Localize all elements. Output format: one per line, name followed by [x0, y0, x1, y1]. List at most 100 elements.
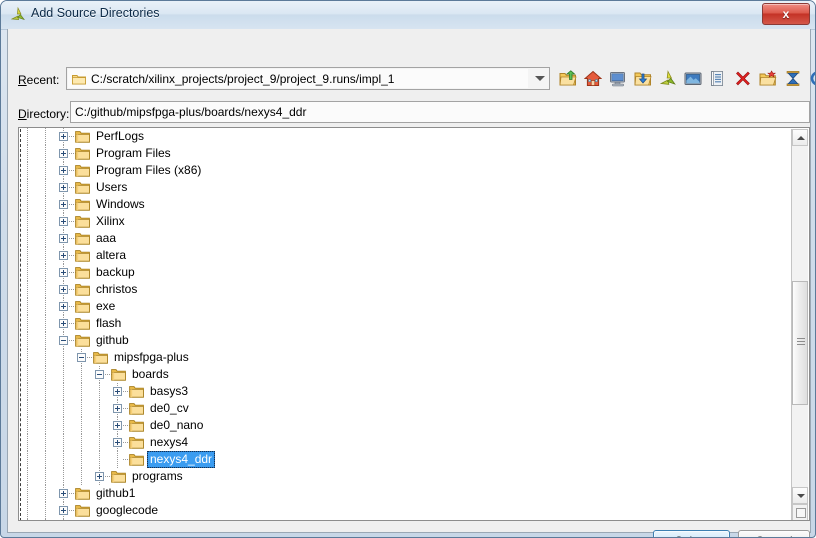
tree-row[interactable]: nexys4_ddr [19, 451, 791, 468]
tree-row[interactable]: de0_cv [19, 400, 791, 417]
tree-item-label[interactable]: altera [93, 248, 129, 263]
tree-vertical-scrollbar[interactable] [791, 129, 808, 520]
tree-row[interactable] [19, 519, 791, 520]
directory-label: Directory: [18, 107, 69, 121]
directory-input[interactable]: C:/github/mipsfpga-plus/boards/nexys4_dd… [70, 101, 810, 123]
scroll-down-arrow-icon[interactable] [792, 487, 808, 504]
tree-item-label[interactable]: googlecode [93, 503, 161, 518]
tree-row[interactable]: github [19, 332, 791, 349]
refresh-icon[interactable] [806, 67, 815, 90]
tree-row[interactable]: Program Files [19, 145, 791, 162]
recent-mnemonic: R [18, 73, 27, 87]
tree-row[interactable]: de0_nano [19, 417, 791, 434]
tree-item-selected-label[interactable]: nexys4_ddr [147, 451, 216, 468]
tree-item-label[interactable]: mipsfpga-plus [111, 350, 192, 365]
tree-item-label[interactable]: de0_cv [147, 401, 192, 416]
tree-item-label[interactable]: basys3 [147, 384, 191, 399]
tree-expand-icon[interactable] [59, 217, 68, 226]
tree-row[interactable]: Program Files (x86) [19, 162, 791, 179]
tree-expand-icon[interactable] [113, 438, 122, 447]
tree-collapse-icon[interactable] [95, 370, 104, 379]
desktop-icon[interactable] [681, 67, 704, 90]
tree-expand-icon[interactable] [59, 234, 68, 243]
chevron-down-icon[interactable] [535, 76, 545, 81]
tree-item-label[interactable]: PerfLogs [93, 129, 147, 144]
tree-expand-icon[interactable] [113, 387, 122, 396]
tree-row[interactable]: backup [19, 264, 791, 281]
close-button[interactable]: x [762, 3, 810, 25]
vivado-logo-icon [9, 6, 27, 24]
tree-item-label[interactable]: christos [93, 282, 140, 297]
tree-item-label[interactable]: programs [129, 469, 186, 484]
tree-item-label[interactable]: nexys4 [147, 435, 191, 450]
tree-expand-icon[interactable] [59, 166, 68, 175]
select-button[interactable]: Select [653, 530, 730, 537]
tree-item-label[interactable]: aaa [93, 231, 119, 246]
tree-row[interactable]: PerfLogs [19, 128, 791, 145]
resize-grip-icon[interactable] [792, 504, 808, 520]
tree-row[interactable]: nexys4 [19, 434, 791, 451]
tree-expand-icon[interactable] [59, 251, 68, 260]
tree-item-label[interactable]: boards [129, 367, 172, 382]
scrollbar-thumb[interactable] [792, 281, 808, 405]
tree-item-label[interactable]: exe [93, 299, 118, 314]
download-folder-icon[interactable] [631, 67, 654, 90]
tree-row[interactable]: programs [19, 468, 791, 485]
tree-row[interactable]: altera [19, 247, 791, 264]
tree-item-label[interactable]: Program Files (x86) [93, 163, 204, 178]
tree-row[interactable]: boards [19, 366, 791, 383]
collapse-all-icon[interactable] [781, 67, 804, 90]
tree-collapse-icon[interactable] [77, 353, 86, 362]
tree-row[interactable]: aaa [19, 230, 791, 247]
tree-item-label[interactable]: Xilinx [93, 214, 128, 229]
detail-view-icon[interactable] [706, 67, 729, 90]
tree-row[interactable]: mipsfpga-plus [19, 349, 791, 366]
tree-item-label[interactable]: flash [93, 316, 124, 331]
tree-expand-icon[interactable] [59, 183, 68, 192]
folder-icon [75, 215, 90, 228]
tree-collapse-icon[interactable] [59, 336, 68, 345]
tree-item-label[interactable]: Windows [93, 197, 148, 212]
folder-icon [93, 351, 108, 364]
cancel-button[interactable]: Cancel [738, 530, 810, 537]
home-directory-icon[interactable] [581, 67, 604, 90]
directory-tree[interactable]: PerfLogs Program Files Program Files (x86)… [19, 128, 791, 520]
tree-expand-icon[interactable] [59, 285, 68, 294]
scroll-up-arrow-icon[interactable] [792, 129, 808, 146]
computer-icon[interactable] [606, 67, 629, 90]
tree-expand-icon[interactable] [59, 489, 68, 498]
tree-item-label[interactable]: github [93, 333, 132, 348]
tree-row[interactable]: christos [19, 281, 791, 298]
tree-item-label[interactable]: Program Files [93, 146, 174, 161]
tree-row[interactable]: flash [19, 315, 791, 332]
new-folder-icon[interactable] [756, 67, 779, 90]
tree-row[interactable]: googlecode [19, 502, 791, 519]
delete-icon[interactable] [731, 67, 754, 90]
tree-expand-icon[interactable] [113, 421, 122, 430]
tree-item-label[interactable]: backup [93, 265, 138, 280]
tree-expand-icon[interactable] [59, 319, 68, 328]
tree-row[interactable]: Windows [19, 196, 791, 213]
file-toolbar [556, 66, 815, 90]
tree-expand-icon[interactable] [59, 200, 68, 209]
tree-row[interactable]: exe [19, 298, 791, 315]
tree-expand-icon[interactable] [59, 506, 68, 515]
folder-icon [75, 147, 90, 160]
tree-item-label[interactable]: de0_nano [147, 418, 206, 433]
tree-row[interactable]: Xilinx [19, 213, 791, 230]
recent-combobox[interactable]: C:/scratch/xilinx_projects/project_9/pro… [66, 67, 550, 90]
tree-expand-icon[interactable] [59, 268, 68, 277]
tree-row[interactable]: github1 [19, 485, 791, 502]
tree-expand-icon[interactable] [59, 132, 68, 141]
tree-item-label[interactable]: github1 [93, 486, 138, 501]
tree-row[interactable]: basys3 [19, 383, 791, 400]
tree-expand-icon[interactable] [59, 149, 68, 158]
tree-expand-icon[interactable] [59, 302, 68, 311]
tree-expand-icon[interactable] [95, 472, 104, 481]
folder-icon [111, 470, 126, 483]
tree-expand-icon[interactable] [113, 404, 122, 413]
parent-directory-icon[interactable] [556, 67, 579, 90]
vivado-project-icon[interactable] [656, 67, 679, 90]
tree-row[interactable]: Users [19, 179, 791, 196]
tree-item-label[interactable]: Users [93, 180, 130, 195]
